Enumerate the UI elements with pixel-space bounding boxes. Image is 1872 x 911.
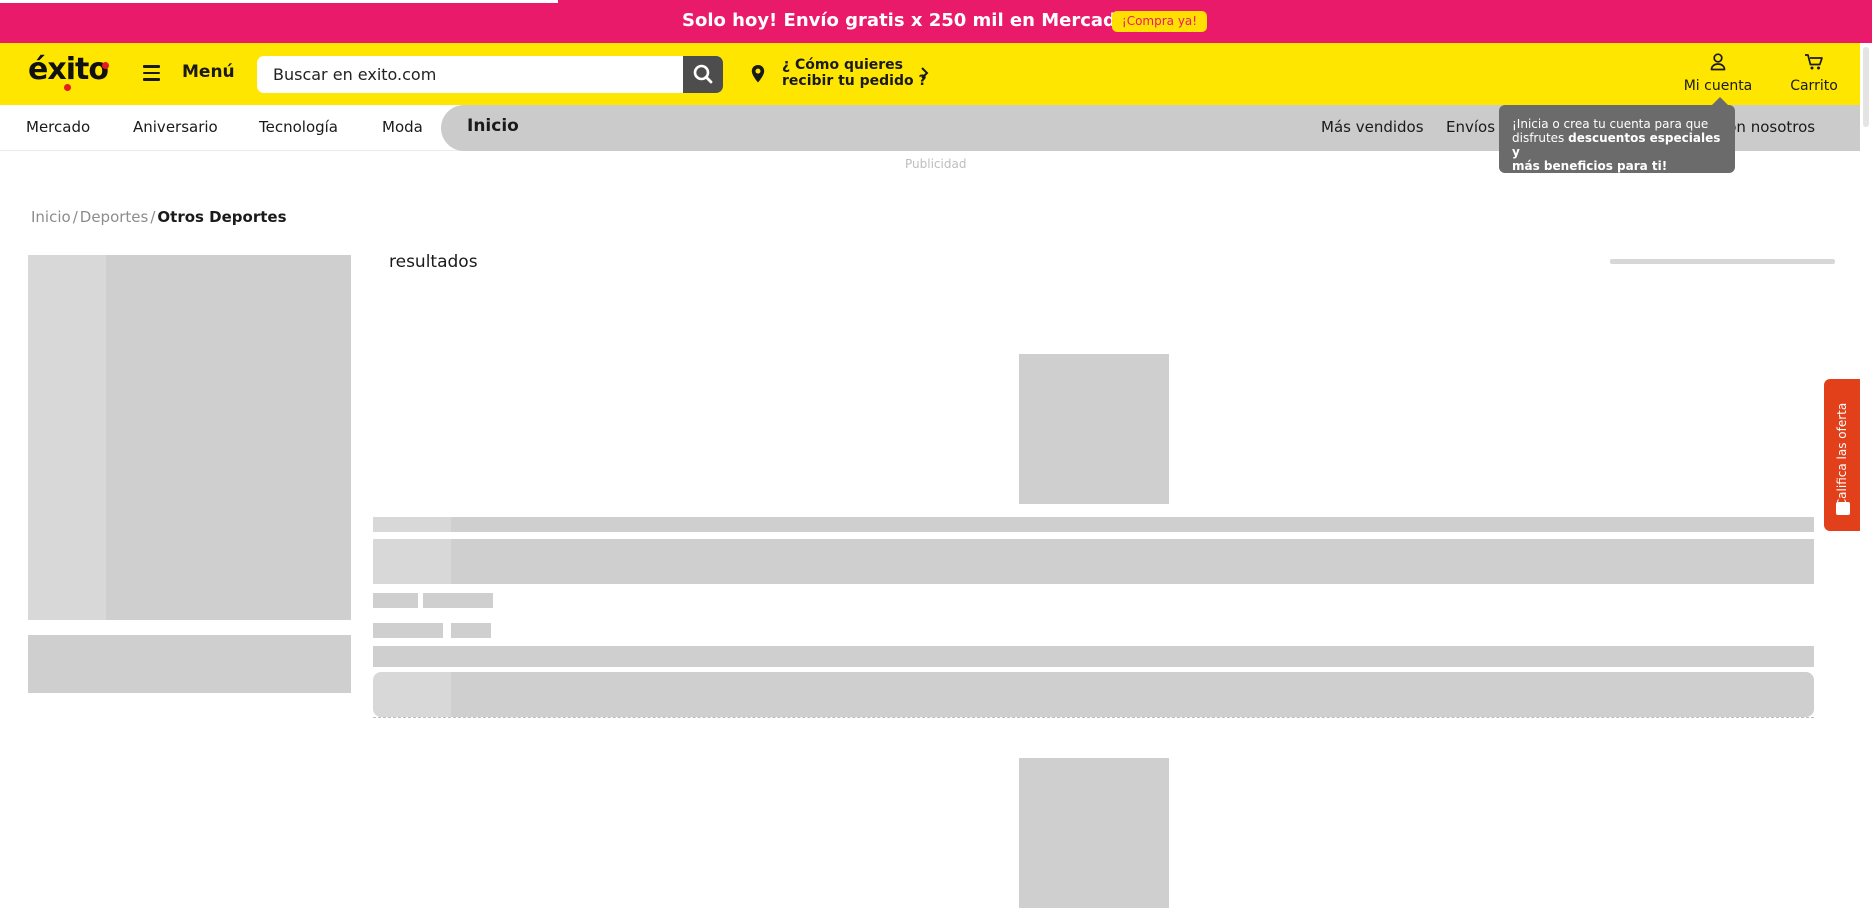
search-box <box>257 56 723 93</box>
menu-button[interactable]: Menú <box>182 62 235 82</box>
nav-item-inicio[interactable]: Inicio <box>467 116 519 136</box>
account-label: Mi cuenta <box>1683 78 1753 94</box>
product-price-skeleton <box>423 593 493 608</box>
promo-cta-button[interactable]: ¡Compra ya! <box>1112 11 1207 32</box>
main-header: éxito Menú ¿ Cómo quieres recibir tu ped… <box>0 43 1860 105</box>
exito-logo[interactable]: éxito <box>28 52 109 91</box>
product-price-skeleton <box>373 593 418 608</box>
logo-dot <box>64 84 71 91</box>
chevron-right-icon <box>921 67 929 79</box>
feedback-icon <box>1836 502 1850 515</box>
user-icon <box>1710 53 1726 71</box>
search-button[interactable] <box>683 56 723 93</box>
location-pin-icon <box>751 65 765 83</box>
logo-mark <box>102 62 109 69</box>
tooltip-line: más beneficios para ti! <box>1512 159 1668 173</box>
hamburger-menu-icon[interactable] <box>143 65 160 81</box>
search-input[interactable] <box>257 56 683 93</box>
product-price-skeleton <box>373 623 443 638</box>
add-to-cart-skeleton <box>373 672 1814 717</box>
account-tooltip: ¡Inicia o crea tu cuenta para que disfru… <box>1499 97 1735 173</box>
search-icon <box>693 64 713 84</box>
results-count-label: resultados <box>389 252 478 272</box>
account-button[interactable]: Mi cuenta <box>1678 48 1758 98</box>
product-price-skeleton <box>451 623 491 638</box>
breadcrumb: Inicio / Deportes / Otros Deportes <box>31 208 287 226</box>
breadcrumb-item-inicio[interactable]: Inicio <box>31 208 71 226</box>
tooltip-line: ¡Inicia o crea tu cuenta para que <box>1512 117 1709 131</box>
filter-button-skeleton <box>28 635 351 693</box>
nav-item-mas-vendidos[interactable]: Más vendidos <box>1321 118 1424 136</box>
breadcrumb-current: Otros Deportes <box>157 208 287 226</box>
product-card-divider <box>373 717 1814 718</box>
ad-label: Publicidad <box>905 157 967 171</box>
product-seller-skeleton <box>373 646 1814 667</box>
nav-item-mercado[interactable]: Mercado <box>26 118 90 136</box>
cart-button[interactable]: Carrito <box>1782 48 1846 98</box>
breadcrumb-item-deportes[interactable]: Deportes <box>80 208 149 226</box>
rate-offers-tab[interactable]: Califica las oferta <box>1824 379 1861 531</box>
tooltip-line: disfrutes descuentos especiales y <box>1512 131 1721 159</box>
page-loading-bar <box>0 0 558 3</box>
rate-offers-label: Califica las oferta <box>1835 402 1849 508</box>
product-image-skeleton <box>1019 758 1169 908</box>
promo-text: Solo hoy! Envío gratis x 250 mil en Merc… <box>682 10 1151 31</box>
cart-icon <box>1805 54 1823 70</box>
nav-item-aniversario[interactable]: Aniversario <box>133 118 218 136</box>
product-image-skeleton <box>1019 354 1169 504</box>
delivery-selector[interactable]: ¿ Cómo quieres recibir tu pedido ? <box>751 57 941 91</box>
promo-banner: Solo hoy! Envío gratis x 250 mil en Merc… <box>0 0 1872 43</box>
sort-selector-skeleton <box>1610 259 1835 264</box>
product-title-skeleton <box>373 539 1814 584</box>
scrollbar-thumb[interactable] <box>1863 47 1869 127</box>
nav-item-tecnologia[interactable]: Tecnología <box>259 118 338 136</box>
nav-item-moda[interactable]: Moda <box>382 118 423 136</box>
product-brand-skeleton <box>373 517 1814 532</box>
page-scrollbar[interactable] <box>1860 43 1872 911</box>
cart-label: Carrito <box>1790 78 1838 94</box>
delivery-text: ¿ Cómo quieres recibir tu pedido ? <box>782 57 927 89</box>
filter-panel-skeleton <box>28 255 351 620</box>
